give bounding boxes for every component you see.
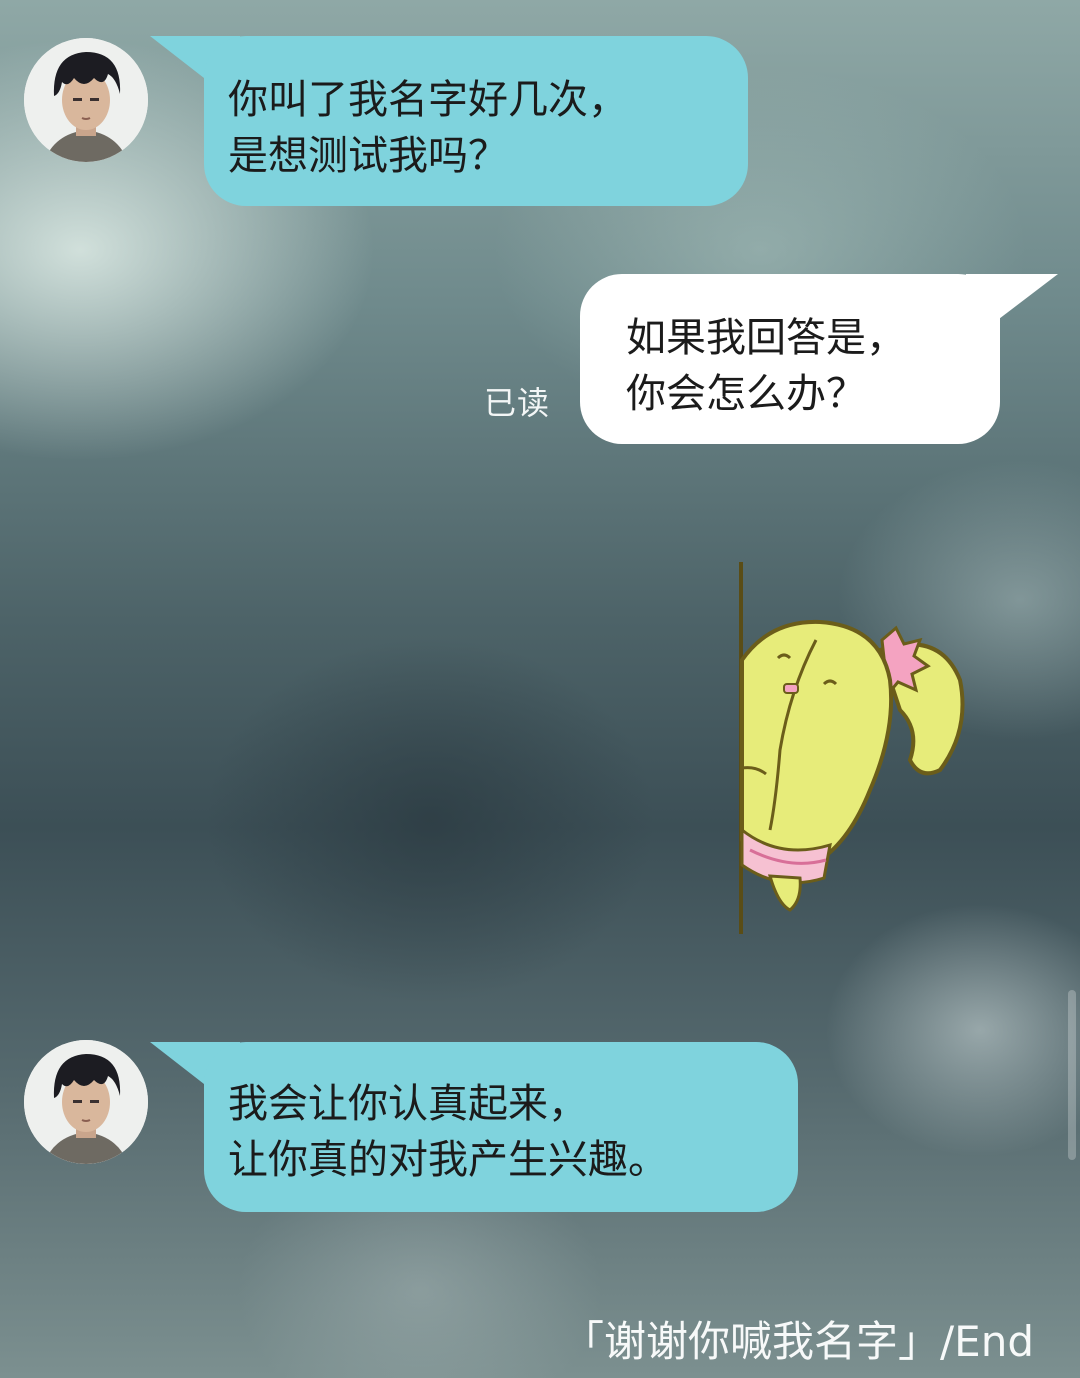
message-bubble-incoming[interactable]: 我会让你认真起来， 让你真的对我产生兴趣。 (204, 1042, 798, 1212)
avatar-portrait-icon (24, 38, 148, 162)
message-text-line: 你叫了我名字好几次， (228, 77, 628, 123)
message-bubble-incoming[interactable]: 你叫了我名字好几次， 是想测试我吗？ (204, 36, 748, 206)
contact-avatar[interactable] (24, 1040, 148, 1164)
story-caption: 「谢谢你喊我名字」/End (562, 1317, 1034, 1366)
message-text-line: 如果我回答是， (626, 315, 906, 361)
message-text-line: 我会让你认真起来， (228, 1081, 588, 1127)
peeking-cactus-sticker-icon[interactable] (720, 560, 980, 944)
read-receipt: 已读 (484, 384, 551, 422)
avatar-portrait-icon (24, 1040, 148, 1164)
scrollbar[interactable] (1068, 990, 1076, 1160)
message-text-line: 是想测试我吗？ (228, 133, 508, 179)
message-text-line: 你会怎么办？ (626, 371, 866, 417)
message-bubble-outgoing[interactable]: 如果我回答是， 你会怎么办？ (580, 274, 1000, 444)
contact-avatar[interactable] (24, 38, 148, 162)
message-text-line: 让你真的对我产生兴趣。 (228, 1137, 668, 1183)
